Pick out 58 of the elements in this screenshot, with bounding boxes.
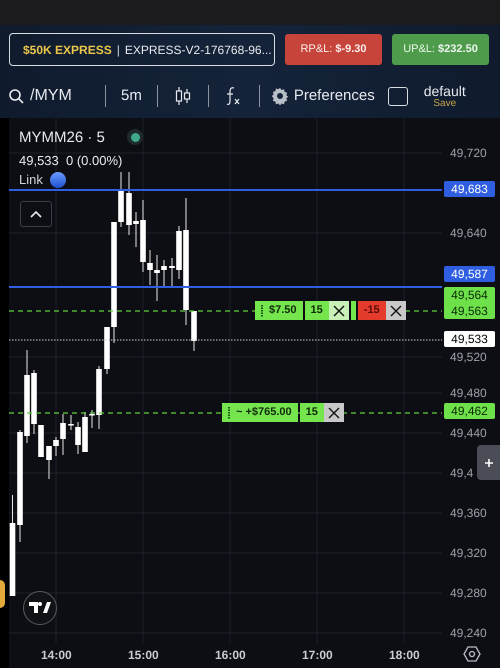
close-button[interactable] bbox=[386, 301, 406, 320]
price-tick: 49,480 bbox=[450, 387, 487, 399]
drag-handle-icon bbox=[261, 304, 263, 316]
price-quote: 49,533 0 (0.00%) bbox=[19, 152, 122, 170]
price-tick: 49,520 bbox=[450, 351, 487, 363]
interval-button[interactable]: 5m bbox=[121, 84, 142, 108]
price-tick: 49,640 bbox=[450, 227, 487, 239]
account-id: EXPRESS-V2-176768-96... bbox=[124, 42, 272, 58]
close-icon bbox=[328, 406, 340, 418]
time-tick: 16:00 bbox=[215, 649, 246, 661]
price-tick: 49,280 bbox=[450, 587, 487, 599]
pnl-tag[interactable]: ~ +$765.00 bbox=[222, 403, 298, 422]
price-tick: 49,440 bbox=[450, 427, 487, 439]
close-icon bbox=[332, 304, 345, 316]
price-tick: 49,320 bbox=[450, 547, 487, 559]
position-marker bbox=[0, 580, 5, 608]
quantity-tag[interactable]: 15 bbox=[300, 403, 324, 422]
search-icon[interactable] bbox=[9, 88, 24, 104]
pnl-button[interactable]: RP&L: $-9.30 bbox=[285, 34, 382, 65]
account-type: $50K EXPRESS bbox=[23, 42, 112, 58]
price-value: 49,462 bbox=[451, 403, 488, 419]
price-value: 49,587 bbox=[451, 266, 488, 282]
pnl-tag[interactable]: $7.50 bbox=[255, 301, 303, 320]
chart-symbol: MYMM26 · 5 bbox=[19, 128, 105, 148]
price-tick: 49,720 bbox=[450, 147, 487, 159]
link-label: Link bbox=[19, 171, 43, 189]
price-value: 49,564 bbox=[451, 287, 488, 303]
time-tick: 17:00 bbox=[302, 649, 333, 661]
save-link[interactable]: Save bbox=[433, 98, 456, 108]
layout-checkbox[interactable] bbox=[388, 86, 408, 106]
candlestick-icon[interactable] bbox=[174, 86, 191, 106]
candle bbox=[191, 310, 197, 352]
add-button[interactable] bbox=[477, 445, 500, 480]
settings-icon bbox=[270, 87, 289, 105]
layout-name: default bbox=[424, 84, 466, 98]
plus-icon bbox=[484, 458, 492, 466]
close-button[interactable] bbox=[324, 403, 344, 422]
time-tick: 18:00 bbox=[389, 649, 420, 661]
close-icon bbox=[390, 304, 402, 316]
preferences-button[interactable]: Preferences bbox=[270, 84, 375, 108]
chevron-up-icon bbox=[30, 210, 42, 218]
price-value: 49,563 bbox=[451, 303, 488, 319]
symbol-field[interactable]: /MYM bbox=[30, 84, 105, 108]
time-tick: 15:00 bbox=[128, 649, 159, 661]
account-selector[interactable]: $50K EXPRESS | EXPRESS-V2-176768-96... bbox=[9, 33, 275, 66]
price-value: 49,683 bbox=[451, 181, 488, 197]
settings-icon[interactable] bbox=[463, 646, 481, 662]
price-tick: 49,4 bbox=[450, 467, 474, 479]
separator: | bbox=[116, 42, 120, 58]
price-value: 49,533 bbox=[451, 331, 488, 347]
price-tick: 49,240 bbox=[450, 627, 487, 639]
close-button[interactable] bbox=[328, 301, 349, 320]
quantity-tag[interactable]: 15 bbox=[304, 301, 329, 320]
chart-logo-icon[interactable] bbox=[23, 591, 57, 625]
time-tick: 14:00 bbox=[41, 649, 72, 661]
collapse-button[interactable] bbox=[20, 201, 52, 227]
price-tick: 49,360 bbox=[450, 507, 487, 519]
drag-handle-icon bbox=[228, 406, 230, 418]
